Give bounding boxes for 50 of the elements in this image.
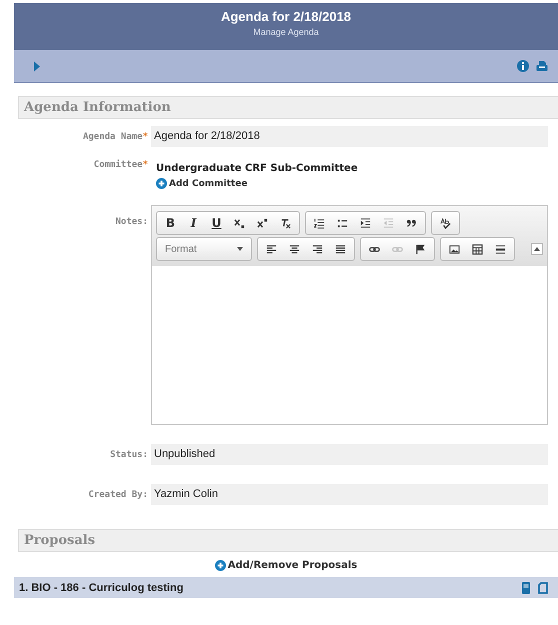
required-marker: * bbox=[142, 132, 148, 142]
indent-icon bbox=[360, 218, 371, 228]
spell-icon bbox=[440, 218, 451, 228]
field-label: Committee bbox=[94, 160, 143, 170]
collapse-toolbar-button[interactable] bbox=[531, 243, 543, 255]
field-label: Agenda Name bbox=[82, 132, 143, 142]
proposal-title: 1. BIO - 186 - Curriculog testing bbox=[19, 582, 184, 594]
printer-icon[interactable] bbox=[536, 60, 548, 72]
image-icon bbox=[449, 244, 460, 254]
quote-icon bbox=[406, 218, 417, 228]
field-label: Created By: bbox=[88, 490, 148, 500]
field-value: Yazmin Colin bbox=[151, 484, 548, 505]
info-icon[interactable] bbox=[517, 60, 529, 72]
hr-icon bbox=[495, 244, 506, 254]
flag-icon bbox=[415, 244, 426, 254]
field-value: Unpublished bbox=[151, 444, 548, 465]
clear-icon bbox=[280, 218, 291, 228]
bullist-icon bbox=[337, 218, 348, 228]
numlist-icon bbox=[314, 218, 325, 228]
required-marker: * bbox=[142, 160, 148, 170]
plus-circle-icon bbox=[156, 178, 167, 189]
committee-name: Undergraduate CRF Sub-Committee bbox=[156, 163, 358, 174]
field-value: Agenda for 2/18/2018 bbox=[151, 126, 548, 147]
caret-icon bbox=[534, 247, 540, 251]
page-title: Agenda for 2/18/2018 bbox=[220, 9, 352, 24]
document-icon[interactable] bbox=[538, 582, 548, 594]
outdent-icon bbox=[383, 218, 394, 228]
proposal-row[interactable]: 1. BIO - 186 - Curriculog testing bbox=[14, 577, 558, 598]
field-label: Notes: bbox=[115, 217, 148, 227]
expand-arrow-icon[interactable] bbox=[34, 60, 40, 72]
section-title: Proposals bbox=[24, 533, 96, 548]
format-dropdown[interactable]: Format bbox=[159, 239, 249, 259]
aligncenter-icon bbox=[289, 244, 300, 254]
italic-button[interactable]: I bbox=[182, 213, 205, 233]
page-subtitle: Manage Agenda bbox=[252, 27, 320, 37]
add-committee-link[interactable]: Add Committee bbox=[156, 178, 248, 189]
plus-circle-icon bbox=[214, 560, 226, 571]
caret-icon bbox=[237, 247, 243, 251]
field-label: Status: bbox=[110, 450, 148, 460]
superscript-icon bbox=[257, 218, 268, 228]
add-remove-proposals-link[interactable]: Add/Remove Proposals bbox=[214, 560, 358, 571]
alignright-icon bbox=[312, 244, 323, 254]
underline-button[interactable]: U bbox=[205, 213, 228, 233]
subscript-icon bbox=[234, 218, 245, 228]
alignleft-icon bbox=[266, 244, 277, 254]
table-icon bbox=[472, 244, 483, 254]
justify-icon bbox=[335, 244, 346, 254]
book-icon[interactable] bbox=[521, 582, 531, 594]
bold-button[interactable]: B bbox=[159, 213, 182, 233]
section-title: Agenda Information bbox=[24, 100, 171, 115]
